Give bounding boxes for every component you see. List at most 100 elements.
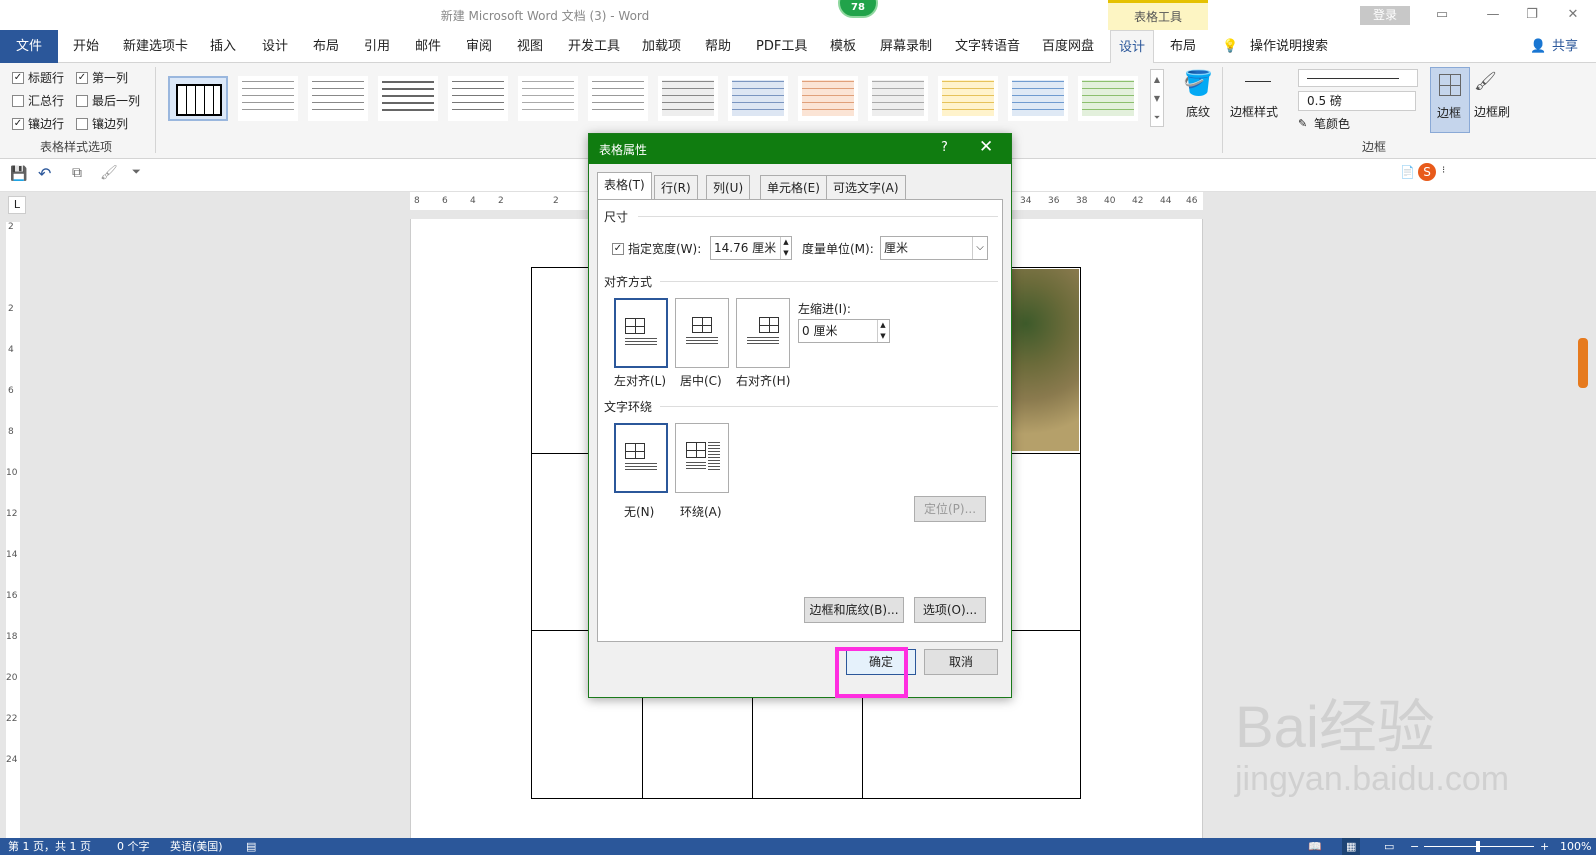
dialog-close-icon[interactable]: ✕: [979, 137, 1003, 157]
border-styles-button[interactable]: 边框样式: [1230, 103, 1278, 120]
cancel-button[interactable]: 取消: [924, 649, 998, 675]
tab-row[interactable]: 行(R): [654, 175, 698, 199]
chevron-down-icon[interactable]: ⌵: [972, 237, 987, 259]
align-right-option[interactable]: [736, 298, 790, 368]
copy-icon[interactable]: ⧉: [72, 165, 82, 181]
zoom-in-icon[interactable]: +: [1540, 838, 1549, 855]
gallery-scroll[interactable]: ▲ ▼ ⏷: [1150, 69, 1164, 127]
customize-qat-icon[interactable]: ⏷: [132, 165, 141, 179]
tab-stop-selector[interactable]: L: [8, 196, 26, 214]
table-style[interactable]: [448, 76, 508, 121]
zoom-level[interactable]: 100%: [1560, 838, 1591, 855]
borders-button[interactable]: 边框: [1430, 67, 1470, 133]
tab-new[interactable]: 新建选项卡: [123, 30, 188, 63]
help-icon[interactable]: ?: [941, 140, 961, 155]
format-painter-icon[interactable]: 🖌: [100, 165, 118, 181]
word-count[interactable]: 0 个字: [117, 838, 150, 855]
tab-insert[interactable]: 插入: [210, 30, 236, 63]
options-button[interactable]: 选项(O)...: [914, 597, 986, 623]
tab-view[interactable]: 视图: [517, 30, 543, 63]
tab-template[interactable]: 模板: [830, 30, 856, 63]
vertical-ruler[interactable]: 2 2 4 6 8 10 12 14 16 18 20 22 24: [6, 222, 20, 838]
align-left-option[interactable]: [614, 298, 668, 368]
tab-developer[interactable]: 开发工具: [568, 30, 620, 63]
side-handle[interactable]: [1578, 338, 1588, 388]
tab-references[interactable]: 引用: [364, 30, 390, 63]
pdf-icon[interactable]: 📄: [1400, 165, 1415, 179]
tree-photo[interactable]: [1003, 269, 1079, 451]
table-style[interactable]: [1008, 76, 1068, 121]
tab-column[interactable]: 列(U): [706, 175, 751, 199]
tab-home[interactable]: 开始: [73, 30, 99, 63]
table-style[interactable]: [938, 76, 998, 121]
table-style[interactable]: [658, 76, 718, 121]
banded-rows-check[interactable]: ✓ 镶边行: [12, 115, 64, 132]
borders-shading-button[interactable]: 边框和底纹(B)...: [804, 597, 904, 623]
web-layout-icon[interactable]: ▭: [1384, 838, 1394, 855]
save-icon[interactable]: 💾: [10, 166, 27, 182]
tab-file[interactable]: 文件: [0, 30, 58, 63]
tab-alt-text[interactable]: 可选文字(A): [826, 175, 906, 199]
tell-me-search[interactable]: 操作说明搜索: [1250, 30, 1328, 63]
wrap-none-option[interactable]: [614, 423, 668, 493]
positioning-button[interactable]: 定位(P)...: [914, 496, 986, 522]
tab-design-doc[interactable]: 设计: [262, 30, 288, 63]
tab-help[interactable]: 帮助: [705, 30, 731, 63]
page-count[interactable]: 第 1 页，共 1 页: [8, 838, 91, 855]
ribbon-display-icon[interactable]: ▭: [1432, 5, 1452, 25]
table-style[interactable]: [588, 76, 648, 121]
width-spinner[interactable]: ▲ ▼: [780, 237, 791, 259]
tab-screen-record[interactable]: 屏幕录制: [880, 30, 932, 63]
table-style[interactable]: [238, 76, 298, 121]
tab-table[interactable]: 表格(T): [597, 172, 652, 200]
close-icon[interactable]: ✕: [1563, 5, 1583, 25]
table-style[interactable]: [728, 76, 788, 121]
border-painter-button[interactable]: 边框刷: [1474, 103, 1510, 120]
shading-button[interactable]: 底纹: [1180, 103, 1216, 120]
line-style-dropdown[interactable]: [1298, 69, 1418, 87]
tab-pdf[interactable]: PDF工具: [756, 30, 807, 63]
tab-mailings[interactable]: 邮件: [415, 30, 441, 63]
table-style[interactable]: [798, 76, 858, 121]
tab-layout-doc[interactable]: 布局: [313, 30, 339, 63]
undo-icon[interactable]: ↶: [38, 164, 51, 183]
wrap-around-option[interactable]: [675, 423, 729, 493]
table-align-icon: [692, 317, 712, 333]
table-style[interactable]: [1078, 76, 1138, 121]
header-row-check[interactable]: ✓ 标题行: [12, 69, 64, 86]
table-style[interactable]: [868, 76, 928, 121]
tab-tts[interactable]: 文字转语音: [955, 30, 1020, 63]
indent-spinner[interactable]: ▲ ▼: [877, 320, 888, 342]
tab-cell[interactable]: 单元格(E): [760, 175, 827, 199]
table-style[interactable]: [308, 76, 368, 121]
last-col-check[interactable]: 最后一列: [76, 92, 140, 109]
align-center-option[interactable]: [675, 298, 729, 368]
login-button[interactable]: 登录: [1360, 6, 1410, 25]
total-row-check[interactable]: 汇总行: [12, 92, 64, 109]
tab-baidu-disk[interactable]: 百度网盘: [1042, 30, 1094, 63]
more-icon[interactable]: ⁝: [1442, 165, 1445, 176]
specify-width-check[interactable]: ✓ 指定宽度(W):: [612, 240, 701, 257]
tab-table-layout[interactable]: 布局: [1170, 30, 1196, 63]
watermark-url: jingyan.baidu.com: [1235, 760, 1510, 798]
banded-cols-check[interactable]: 镶边列: [76, 115, 128, 132]
sogou-icon[interactable]: S: [1418, 163, 1436, 181]
first-col-check[interactable]: ✓ 第一列: [76, 69, 128, 86]
tab-table-design[interactable]: 设计: [1110, 30, 1155, 63]
table-style[interactable]: [518, 76, 578, 121]
pen-color-button[interactable]: 笔颜色: [1314, 115, 1350, 132]
zoom-out-icon[interactable]: −: [1410, 838, 1419, 855]
tab-review[interactable]: 审阅: [466, 30, 492, 63]
table-style-grid[interactable]: [168, 76, 228, 121]
zoom-thumb[interactable]: [1476, 841, 1480, 852]
pen-weight-dropdown[interactable]: 0.5 磅: [1298, 91, 1416, 111]
maximize-icon[interactable]: ❐: [1522, 5, 1542, 25]
macro-icon[interactable]: ▤: [246, 838, 256, 855]
minimize-icon[interactable]: —: [1483, 5, 1503, 25]
read-mode-icon[interactable]: 📖: [1308, 838, 1322, 855]
print-layout-icon[interactable]: ▦: [1342, 838, 1361, 855]
tab-addins[interactable]: 加载项: [642, 30, 681, 63]
table-style[interactable]: [378, 76, 438, 121]
language-status[interactable]: 英语(美国): [170, 838, 223, 855]
share-button[interactable]: 共享: [1552, 30, 1578, 63]
